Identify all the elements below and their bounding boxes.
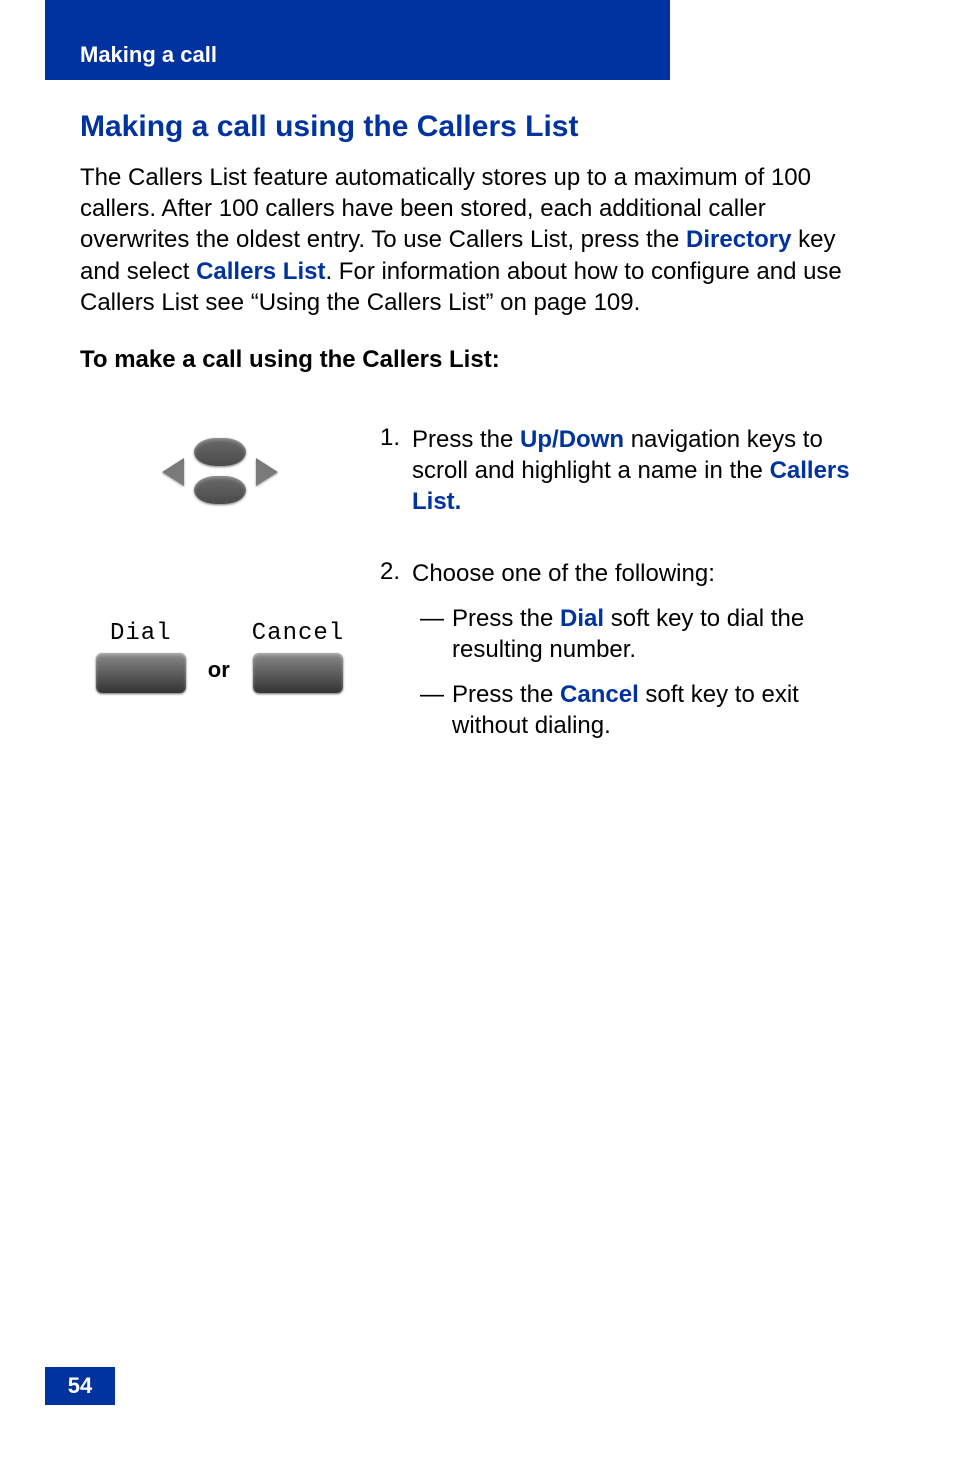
navigation-pad-icon	[160, 436, 280, 506]
dash-1: —	[412, 603, 452, 665]
cancel-softkey-label: Cancel	[252, 620, 344, 647]
nav-keys-illustration	[80, 424, 360, 518]
step-2-options: — Press the Dial soft key to dial the re…	[412, 603, 880, 742]
page-content: Making a call using the Callers List The…	[80, 110, 880, 755]
callers-list-keyword: Callers List	[196, 258, 325, 285]
nav-right-icon	[256, 458, 278, 486]
page-title: Making a call using the Callers List	[80, 110, 880, 144]
step-1-text-a: Press the	[412, 426, 520, 453]
step-2: 2. Choose one of the following: — Press …	[360, 558, 880, 756]
page-number: 54	[45, 1367, 115, 1405]
opt1-a: Press the	[452, 605, 560, 632]
section-header: Making a call	[45, 30, 670, 80]
opt2-a: Press the	[452, 681, 560, 708]
step-2-text: Choose one of the following: — Press the…	[412, 558, 880, 756]
option-1-text: Press the Dial soft key to dial the resu…	[452, 603, 880, 665]
step-2-option-2: — Press the Cancel soft key to exit with…	[412, 679, 880, 741]
softkeys-group: Dial or Cancel	[96, 620, 344, 693]
dial-keyword: Dial	[560, 605, 604, 632]
procedure-heading: To make a call using the Callers List:	[80, 346, 880, 374]
cancel-softkey: Cancel	[252, 620, 344, 693]
softkeys-illustration: Dial or Cancel	[80, 558, 360, 756]
step-1-number: 1.	[360, 424, 412, 518]
cancel-softkey-button-icon	[253, 653, 343, 693]
intro-paragraph: The Callers List feature automatically s…	[80, 162, 880, 318]
dial-softkey-label: Dial	[96, 620, 186, 647]
step-2-option-1: — Press the Dial soft key to dial the re…	[412, 603, 880, 665]
page-number-text: 54	[68, 1373, 92, 1399]
directory-keyword: Directory	[686, 226, 791, 253]
cancel-keyword: Cancel	[560, 681, 639, 708]
or-label: or	[208, 657, 230, 693]
step-1: 1. Press the Up/Down navigation keys to …	[360, 424, 880, 518]
dial-softkey-button-icon	[96, 653, 186, 693]
step-1-text: Press the Up/Down navigation keys to scr…	[412, 424, 880, 518]
step-2-number: 2.	[360, 558, 412, 756]
steps-grid: 1. Press the Up/Down navigation keys to …	[80, 424, 880, 756]
nav-down-icon	[194, 476, 246, 504]
option-2-text: Press the Cancel soft key to exit withou…	[452, 679, 880, 741]
top-accent-bar	[45, 0, 670, 30]
section-header-text: Making a call	[80, 42, 217, 68]
dial-softkey: Dial	[96, 620, 186, 693]
step-2-lead: Choose one of the following:	[412, 560, 715, 587]
updown-keyword: Up/Down	[520, 426, 624, 453]
nav-left-icon	[162, 458, 184, 486]
nav-up-icon	[194, 438, 246, 466]
dash-2: —	[412, 679, 452, 741]
